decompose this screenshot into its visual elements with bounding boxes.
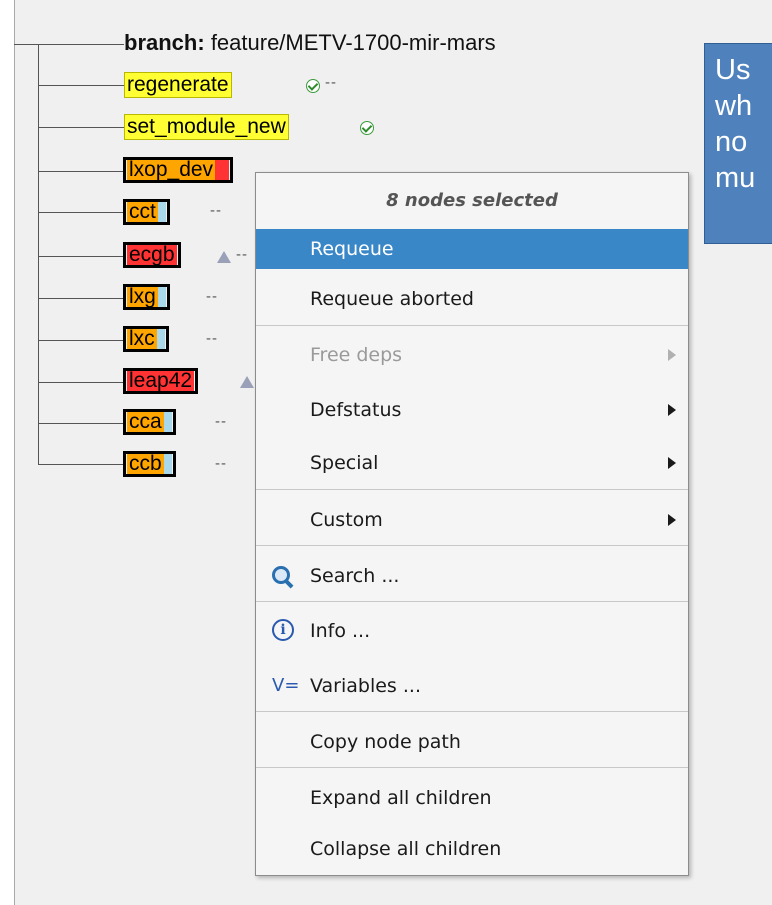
node-status-tail bbox=[215, 160, 230, 180]
suspended-triangle-icon bbox=[240, 376, 254, 388]
complete-check-icon bbox=[306, 79, 320, 93]
node-label: lxop_dev bbox=[127, 158, 216, 181]
menu-item-custom[interactable]: Custom bbox=[256, 500, 688, 540]
dashes: -- bbox=[206, 330, 218, 347]
menu-item-label: Free deps bbox=[310, 344, 403, 366]
menu-item-label: Collapse all children bbox=[310, 838, 502, 860]
menu-item-copy-node-path[interactable]: Copy node path bbox=[256, 722, 688, 762]
context-menu: 8 nodes selected Requeue Requeue aborted… bbox=[255, 172, 689, 876]
menu-separator bbox=[256, 489, 688, 490]
tree-branch-line bbox=[38, 298, 124, 299]
variables-icon-text: V= bbox=[272, 675, 300, 696]
tree-node-ecgb[interactable]: ecgb bbox=[123, 242, 181, 268]
menu-separator bbox=[256, 711, 688, 712]
menu-item-expand-all-children[interactable]: Expand all children bbox=[256, 778, 688, 818]
tree-branch-line bbox=[38, 256, 124, 257]
node-label: ccb bbox=[127, 452, 164, 475]
submenu-arrow-icon bbox=[668, 404, 676, 416]
menu-item-free-deps: Free deps bbox=[256, 335, 688, 375]
tree-node-cca[interactable]: cca bbox=[123, 409, 176, 435]
callout-line: Us bbox=[715, 54, 751, 86]
menu-item-requeue-aborted[interactable]: Requeue aborted bbox=[256, 279, 688, 319]
suspended-triangle-icon bbox=[217, 251, 231, 263]
tree-node-lxc[interactable]: lxc bbox=[123, 326, 169, 352]
dashes: -- bbox=[325, 74, 337, 91]
dashes: -- bbox=[206, 288, 218, 305]
menu-item-requeue[interactable]: Requeue bbox=[256, 229, 688, 269]
menu-item-label: Requeue aborted bbox=[310, 288, 474, 310]
dashes: -- bbox=[210, 202, 222, 219]
menu-item-label: Copy node path bbox=[310, 731, 461, 753]
menu-separator bbox=[256, 767, 688, 768]
menu-item-info[interactable]: i Info ... bbox=[256, 611, 688, 651]
tree-branch-line bbox=[38, 171, 124, 172]
callout-line: no bbox=[715, 126, 748, 158]
tree-branch-line bbox=[38, 464, 124, 465]
node-status-tail bbox=[163, 412, 172, 432]
menu-item-label: Special bbox=[310, 452, 379, 474]
callout-line: wh bbox=[715, 90, 753, 122]
node-status-tail bbox=[157, 287, 166, 307]
tree-branch-line bbox=[38, 127, 124, 128]
menu-item-label: Defstatus bbox=[310, 399, 402, 421]
tree-node-lxg[interactable]: lxg bbox=[123, 284, 170, 310]
variables-icon: V= bbox=[270, 666, 300, 706]
menu-item-search[interactable]: Search ... bbox=[256, 556, 688, 596]
menu-item-label: Search ... bbox=[310, 565, 400, 587]
tree-branch-line bbox=[38, 423, 124, 424]
menu-item-label: Info ... bbox=[310, 620, 371, 642]
dashes: -- bbox=[215, 413, 227, 430]
menu-item-label: Custom bbox=[310, 509, 383, 531]
help-callout: Us wh no mu bbox=[704, 43, 772, 244]
tree-branch-line bbox=[38, 340, 124, 341]
menu-item-variables[interactable]: V= Variables ... bbox=[256, 666, 688, 706]
menu-separator bbox=[256, 545, 688, 546]
tree-node-leap42[interactable]: leap42 bbox=[123, 368, 199, 394]
tree-top-connector bbox=[14, 44, 124, 45]
node-status-tail bbox=[156, 329, 165, 349]
tree-branch-line bbox=[38, 212, 124, 213]
node-label: cct bbox=[127, 200, 158, 223]
menu-item-special[interactable]: Special bbox=[256, 443, 688, 483]
branch-label[interactable]: branch: feature/METV-1700-mir-mars bbox=[124, 30, 496, 56]
menu-header: 8 nodes selected bbox=[386, 190, 558, 211]
menu-separator bbox=[256, 325, 688, 326]
node-status-tail bbox=[163, 454, 172, 474]
info-icon: i bbox=[270, 611, 298, 651]
node-status-tail bbox=[157, 202, 166, 222]
search-icon bbox=[270, 556, 298, 596]
tree-node-cct[interactable]: cct bbox=[123, 199, 170, 225]
submenu-arrow-icon bbox=[668, 514, 676, 526]
menu-item-label: Requeue bbox=[310, 238, 394, 260]
menu-separator bbox=[256, 601, 688, 602]
tree-node-lxop-dev[interactable]: lxop_dev bbox=[123, 157, 234, 183]
node-label: lxg bbox=[127, 285, 158, 308]
dashes: -- bbox=[236, 246, 248, 263]
menu-item-label: Variables ... bbox=[310, 675, 421, 697]
tree-branch-line bbox=[38, 85, 124, 86]
node-label: lxc bbox=[127, 327, 157, 350]
branch-name: feature/METV-1700-mir-mars bbox=[210, 30, 496, 55]
tree-node-ccb[interactable]: ccb bbox=[123, 451, 176, 477]
menu-item-defstatus[interactable]: Defstatus bbox=[256, 390, 688, 430]
tree-node-set-module-new[interactable]: set_module_new bbox=[124, 114, 289, 140]
node-label: leap42 bbox=[127, 369, 195, 392]
node-label: ecgb bbox=[127, 243, 177, 266]
submenu-arrow-icon bbox=[668, 457, 676, 469]
tree-node-regenerate[interactable]: regenerate bbox=[124, 72, 232, 98]
tree-vertical-connector bbox=[38, 44, 39, 464]
callout-line: mu bbox=[715, 162, 756, 194]
submenu-arrow-icon bbox=[668, 349, 676, 361]
menu-item-label: Expand all children bbox=[310, 787, 492, 809]
branch-key: branch: bbox=[124, 30, 205, 55]
menu-item-collapse-all-children[interactable]: Collapse all children bbox=[256, 829, 688, 869]
complete-check-icon bbox=[360, 121, 374, 135]
dashes: -- bbox=[215, 455, 227, 472]
node-label: cca bbox=[127, 410, 164, 433]
tree-branch-line bbox=[38, 382, 124, 383]
